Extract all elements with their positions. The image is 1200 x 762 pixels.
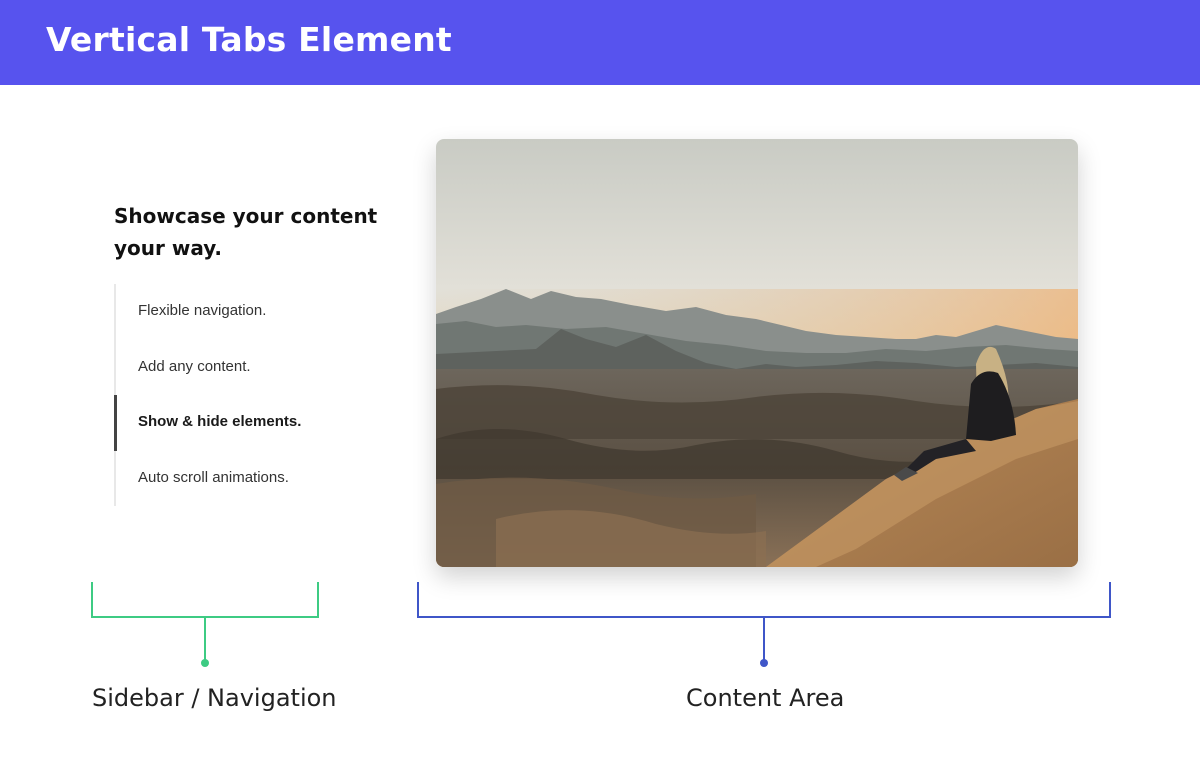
vertical-tab-list: Flexible navigation. Add any content. Sh… xyxy=(114,284,354,506)
tab-show-hide-elements[interactable]: Show & hide elements. xyxy=(114,395,354,451)
sidebar-navigation-label: Sidebar / Navigation xyxy=(92,684,337,712)
sidebar-bracket xyxy=(91,582,319,667)
content-bracket xyxy=(417,582,1111,667)
tab-label: Flexible navigation. xyxy=(138,302,267,319)
tab-flexible-navigation[interactable]: Flexible navigation. xyxy=(114,284,354,340)
content-area-label: Content Area xyxy=(686,684,845,712)
sidebar-heading: Showcase your content your way. xyxy=(114,204,378,260)
desert-landscape-photo xyxy=(436,139,1078,567)
page-title: Vertical Tabs Element xyxy=(46,20,452,59)
tab-label: Add any content. xyxy=(138,357,251,375)
tab-label: Show & hide elements. xyxy=(138,413,302,430)
tab-add-any-content[interactable]: Add any content. xyxy=(114,339,354,395)
tab-label: Auto scroll animations. xyxy=(138,468,289,486)
tab-auto-scroll-animations[interactable]: Auto scroll animations. xyxy=(114,450,354,506)
content-image-card xyxy=(436,139,1078,567)
header-bar: Vertical Tabs Element xyxy=(0,0,1200,85)
